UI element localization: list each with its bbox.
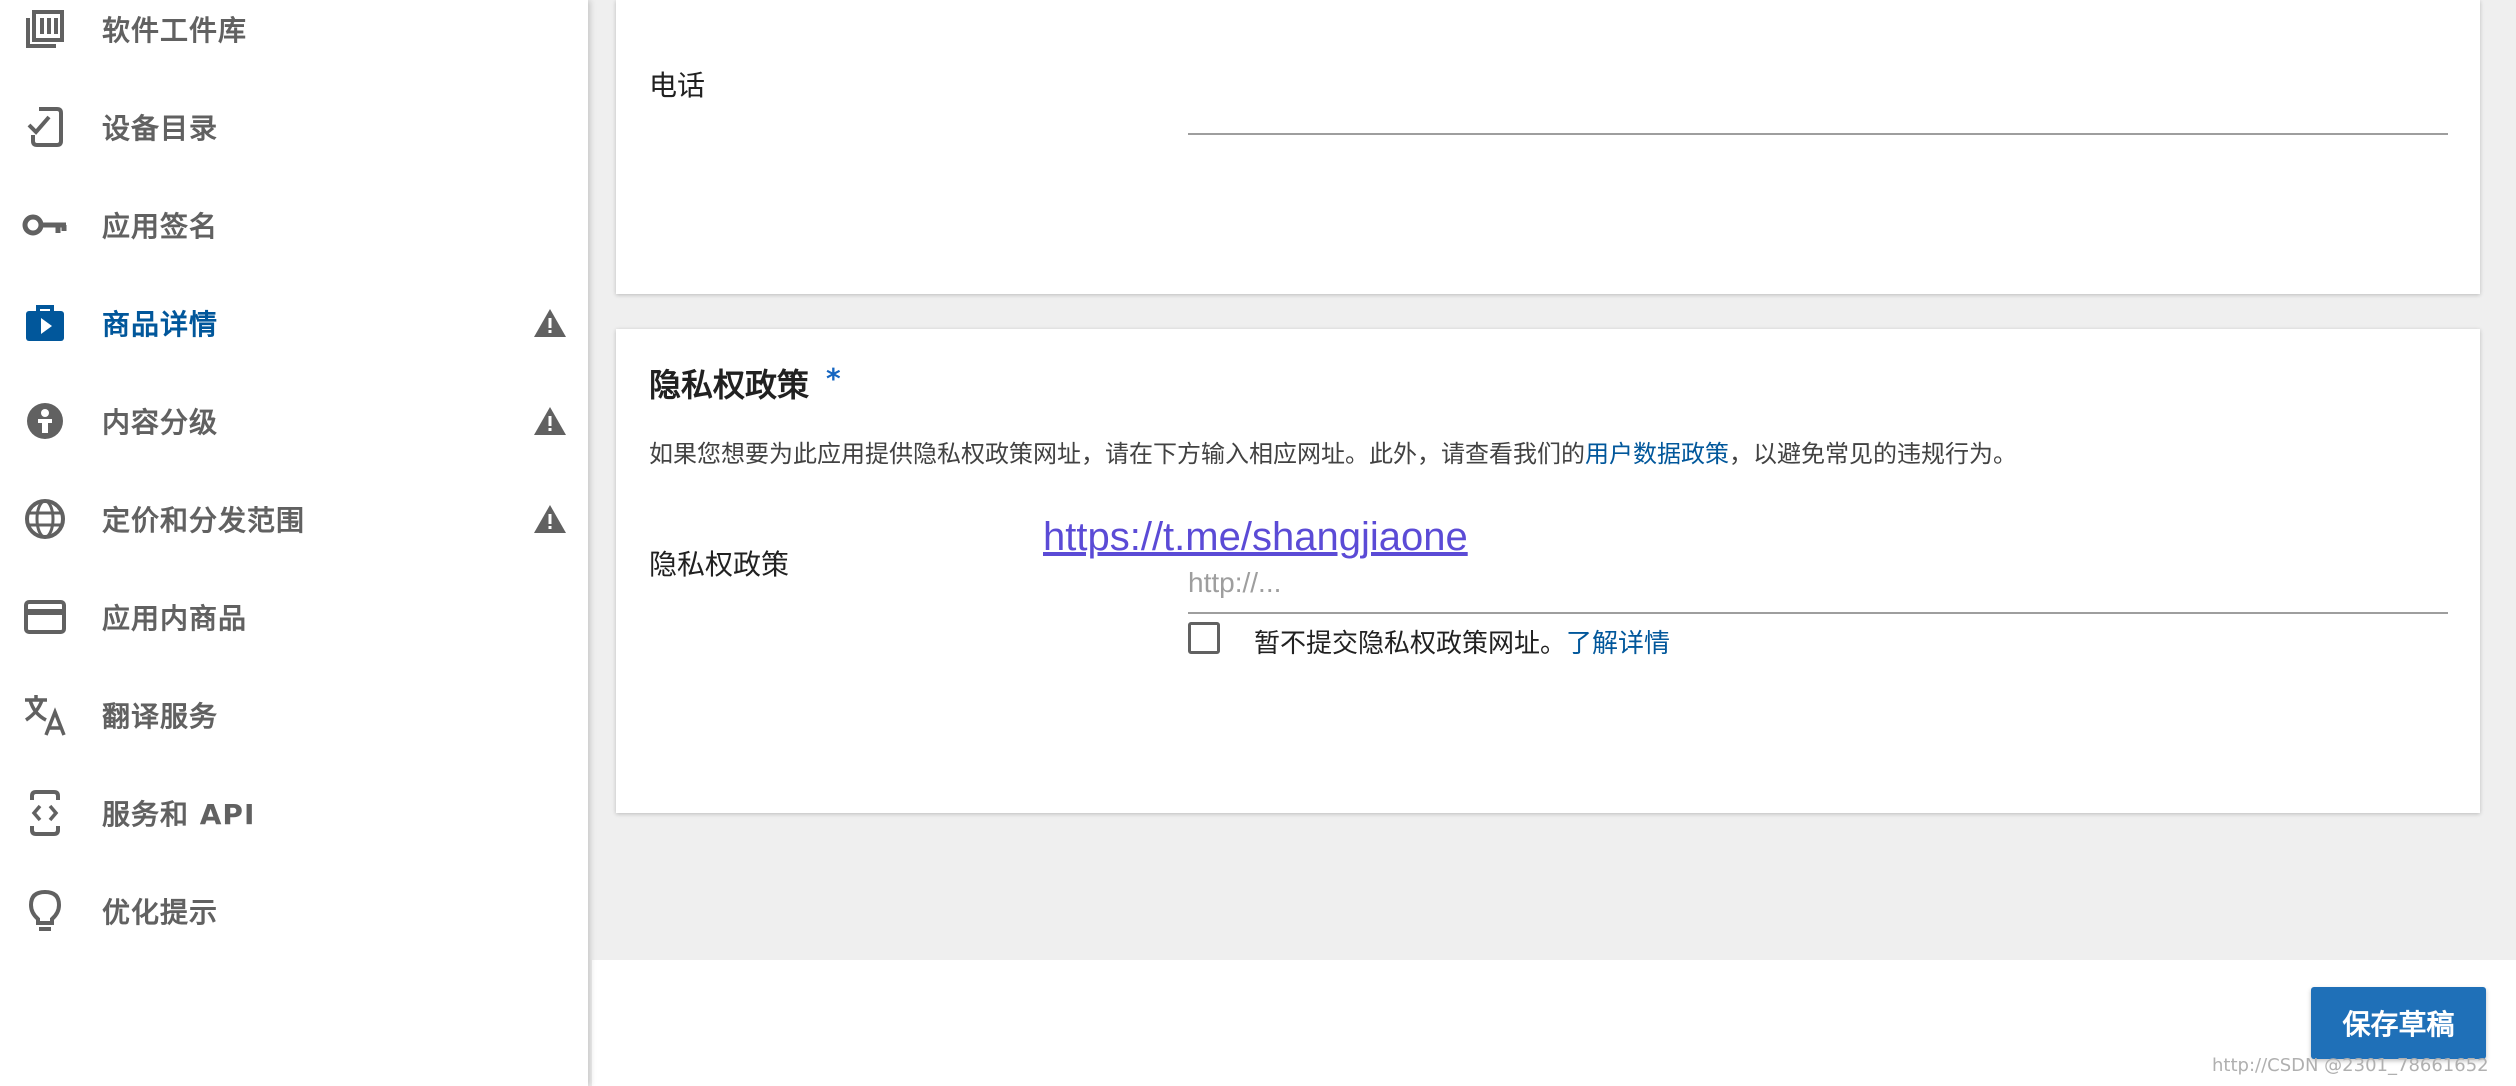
sidebar-item-optimization-tips[interactable]: 优化提示 xyxy=(0,862,588,960)
privacy-url-underline xyxy=(1188,612,2448,614)
privacy-section-title: 隐私权政策 xyxy=(649,366,810,404)
sidebar-item-label: 翻译服务 xyxy=(102,700,219,733)
sidebar-item-label: 软件工件库 xyxy=(102,14,248,47)
lightbulb-icon xyxy=(22,888,68,934)
privacy-description-tail: ，以避免常见的违规行为。 xyxy=(1729,440,2017,468)
phone-label: 电话 xyxy=(649,69,706,102)
sidebar-item-pricing-distribution[interactable]: 定价和分发范围 xyxy=(0,470,588,568)
user-data-policy-link[interactable]: 用户数据政策 xyxy=(1585,440,1729,468)
sidebar-item-label: 应用内商品 xyxy=(102,602,248,635)
warning-icon xyxy=(530,303,570,343)
required-mark: * xyxy=(826,362,841,395)
api-icon xyxy=(22,790,68,836)
sidebar-item-label: 设备目录 xyxy=(102,112,219,145)
sidebar-item-label: 服务和 API xyxy=(102,798,256,831)
sidebar-item-artifact-library[interactable]: 软件工件库 xyxy=(0,0,588,78)
device-check-icon xyxy=(22,104,68,150)
sidebar-item-translation[interactable]: 翻译服务 xyxy=(0,666,588,764)
sidebar-item-label: 定价和分发范围 xyxy=(102,504,306,537)
sidebar-nav: 软件工件库 设备目录 应用签名 商品详情 内容分级 定价和分发范围 应用内商品 … xyxy=(0,0,588,1086)
sidebar-item-in-app-products[interactable]: 应用内商品 xyxy=(0,568,588,666)
sidebar-item-device-catalog[interactable]: 设备目录 xyxy=(0,78,588,176)
privacy-url-label: 隐私权政策 xyxy=(649,548,790,581)
skip-privacy-text: 暂不提交隐私权政策网址。 xyxy=(1254,629,1567,659)
sidebar-item-label: 内容分级 xyxy=(102,406,219,439)
skip-privacy-label: 暂不提交隐私权政策网址。了解详情 xyxy=(1254,623,1670,660)
sidebar-item-label: 商品详情 xyxy=(102,308,219,341)
save-draft-button[interactable]: 保存草稿 xyxy=(2311,987,2486,1059)
learn-more-link[interactable]: 了解详情 xyxy=(1566,629,1670,659)
skip-privacy-checkbox[interactable] xyxy=(1188,622,1220,654)
warning-icon xyxy=(530,499,570,539)
privacy-url-input[interactable] xyxy=(1188,554,2448,612)
app-page: 软件工件库 设备目录 应用签名 商品详情 内容分级 定价和分发范围 应用内商品 … xyxy=(0,0,2516,1086)
privacy-description-text: 如果您想要为此应用提供隐私权政策网址，请在下方输入相应网址。此外，请查看我们的 xyxy=(649,440,1585,468)
content-rating-icon xyxy=(22,398,68,444)
key-icon xyxy=(22,202,68,248)
sidebar-item-label: 优化提示 xyxy=(102,896,219,929)
store-listing-icon xyxy=(22,300,68,346)
sidebar-item-content-rating[interactable]: 内容分级 xyxy=(0,372,588,470)
translate-icon xyxy=(22,692,68,738)
library-icon xyxy=(22,6,68,52)
globe-icon xyxy=(22,496,68,542)
sidebar-item-services-api[interactable]: 服务和 API xyxy=(0,764,588,862)
phone-field[interactable] xyxy=(1188,133,2448,135)
privacy-description: 如果您想要为此应用提供隐私权政策网址，请在下方输入相应网址。此外，请查看我们的用… xyxy=(649,434,2017,469)
sidebar-item-label: 应用签名 xyxy=(102,210,219,243)
sidebar-item-store-listing[interactable]: 商品详情 xyxy=(0,274,588,372)
contact-details-card xyxy=(616,0,2480,294)
warning-icon xyxy=(530,401,570,441)
credit-card-icon xyxy=(22,594,68,640)
footer-watermark: http://CSDN @2301_78661652 xyxy=(2212,1055,2489,1076)
sidebar-item-app-signing[interactable]: 应用签名 xyxy=(0,176,588,274)
